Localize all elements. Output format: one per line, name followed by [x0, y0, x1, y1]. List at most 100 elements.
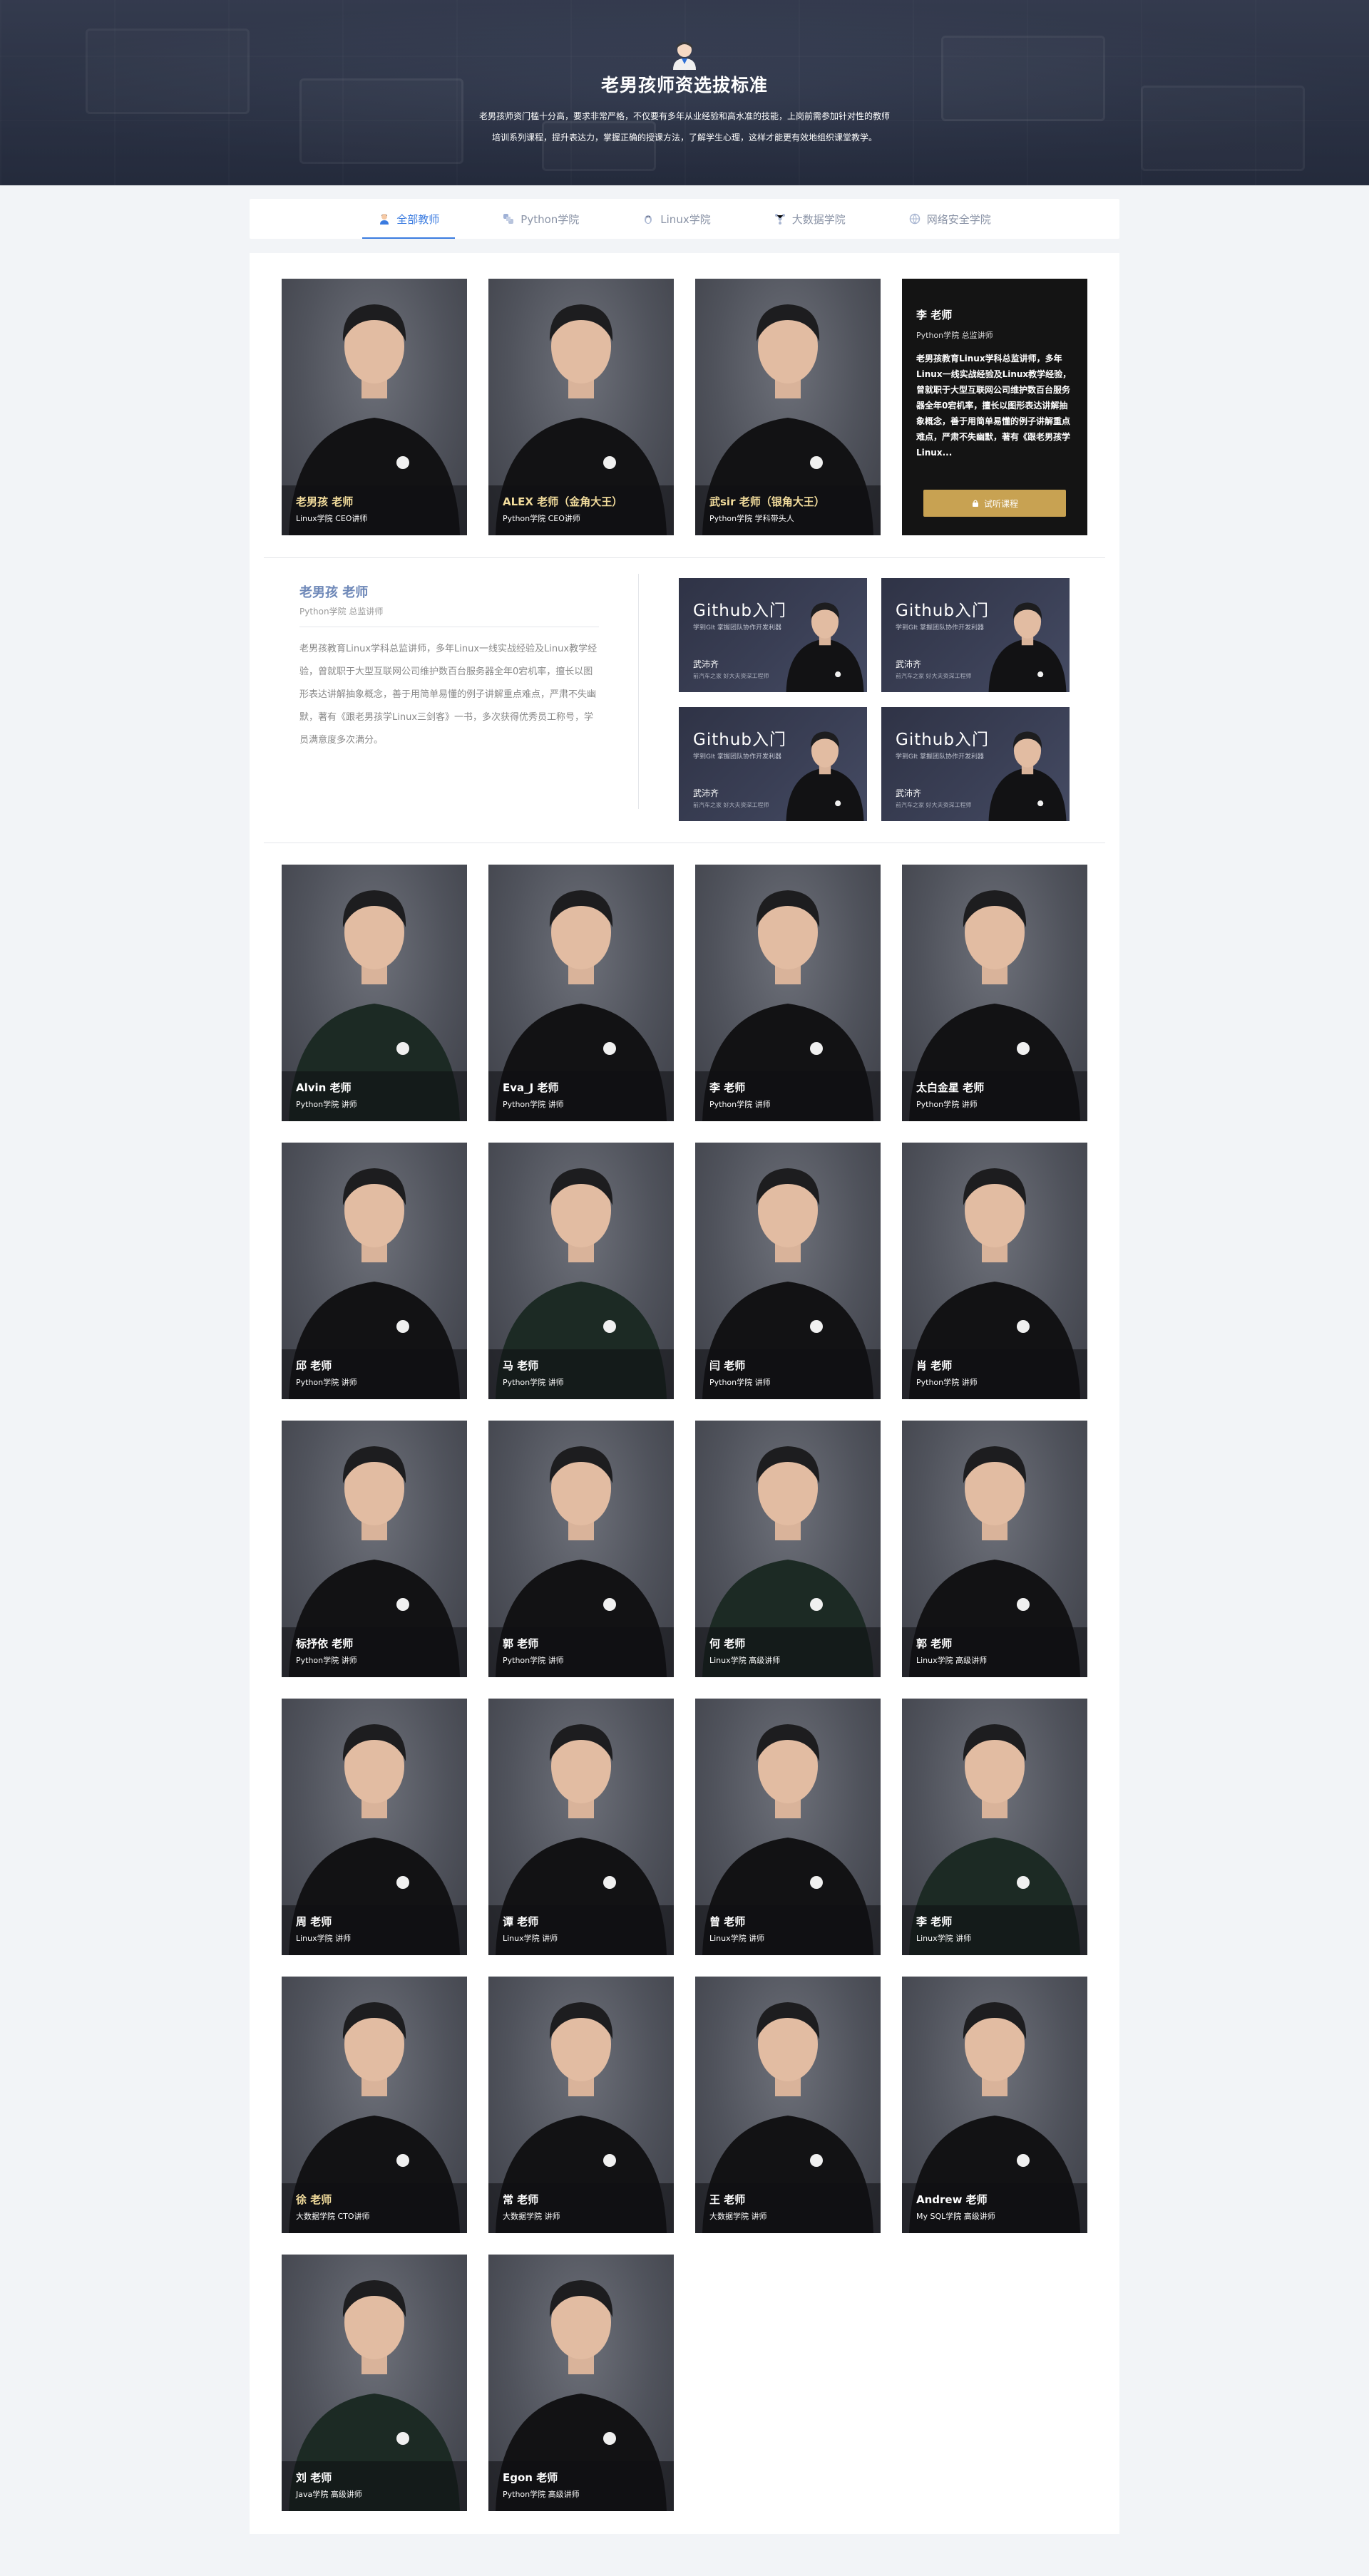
teacher-card[interactable]: 郭 老师 Python学院 讲师 — [488, 1421, 674, 1677]
teacher-role: Python学院 讲师 — [709, 1378, 771, 1387]
teacher-card[interactable]: 邱 老师 Python学院 讲师 — [282, 1143, 467, 1399]
course-title: Github入门 — [896, 602, 989, 620]
teacher-name: 王 老师 — [709, 2193, 746, 2206]
teacher-name: 老男孩 老师 — [296, 495, 354, 508]
course-teacher-photo — [786, 602, 864, 692]
teacher-name: 谭 老师 — [503, 1915, 539, 1928]
teacher-role: Python学院 总监讲师 — [916, 331, 993, 340]
course-card[interactable]: Github入门 学到GIt 掌握团队协作开发利器 武沛齐 前汽车之家 好大夫资… — [679, 578, 867, 692]
tab-bigdata[interactable]: 大数据学院 — [758, 199, 861, 239]
featured-teacher-role: Python学院 总监讲师 — [299, 607, 384, 617]
course-teacher: 武沛齐 — [693, 788, 719, 798]
teacher-card[interactable]: 肖 老师 Python学院 讲师 — [902, 1143, 1087, 1399]
teacher-card[interactable]: Andrew 老师 My SQL学院 高级讲师 — [902, 1977, 1087, 2233]
teacher-role: Linux学院 CEO讲师 — [296, 514, 368, 523]
teacher-card[interactable]: 谭 老师 Linux学院 讲师 — [488, 1699, 674, 1955]
teacher-name: 李 老师 — [916, 309, 953, 321]
teacher-role: Python学院 讲师 — [503, 1656, 564, 1665]
teacher-card[interactable]: 马 老师 Python学院 讲师 — [488, 1143, 674, 1399]
teacher-role: Python学院 CEO讲师 — [503, 514, 580, 523]
teacher-card[interactable]: Eva_J 老师 Python学院 讲师 — [488, 865, 674, 1121]
teacher-card[interactable]: 周 老师 Linux学院 讲师 — [282, 1699, 467, 1955]
teacher-card[interactable]: 常 老师大数据学院 讲师 — [488, 1977, 674, 2233]
teacher-name: 李 老师 — [709, 1081, 746, 1094]
teacher-card[interactable]: 王 老师大数据学院 讲师 — [695, 1977, 881, 2233]
course-teacher: 武沛齐 — [896, 659, 922, 669]
banner: 老男孩师资选拔标准 老男孩师资门槛十分高，要求非常严格，不仅要有多年从业经验和高… — [0, 0, 1369, 185]
teacher-role: Linux学院 高级讲师 — [709, 1656, 781, 1665]
banner-description: 老男孩师资门槛十分高，要求非常严格，不仅要有多年从业经验和高水准的技能，上岗前需… — [478, 111, 890, 143]
tab-python[interactable]: Python学院 — [486, 199, 595, 239]
teacher-name: 常 老师 — [503, 2193, 539, 2206]
teacher-card[interactable]: 标抒依 老师 Python学院 讲师 — [282, 1421, 467, 1677]
python-icon — [502, 212, 515, 225]
divider — [638, 574, 639, 809]
teacher-role: Linux学院 高级讲师 — [916, 1656, 988, 1665]
security-icon — [908, 212, 921, 225]
teacher-role: Python学院 学科带头人 — [709, 514, 794, 523]
teacher-name: 马 老师 — [503, 1359, 539, 1372]
linux-icon — [642, 212, 655, 225]
banner-title: 老男孩师资选拔标准 — [600, 75, 768, 96]
course-teacher: 武沛齐 — [896, 788, 922, 798]
course-teacher-photo — [988, 731, 1067, 821]
teacher-name: 邱 老师 — [296, 1359, 332, 1372]
teacher-role: Python学院 讲师 — [916, 1100, 978, 1109]
course-teacher-note: 前汽车之家 好大夫资深工程师 — [896, 802, 972, 808]
teacher-card[interactable]: Egon 老师 Python学院 高级讲师 — [488, 2255, 674, 2511]
teacher-card[interactable]: 李 老师 Python学院 讲师 — [695, 865, 881, 1121]
divider — [264, 557, 1105, 558]
teacher-card[interactable]: 徐 老师大数据学院 CTO讲师 — [282, 1977, 467, 2233]
teacher-avatar-icon — [673, 42, 696, 70]
teacher-card[interactable]: 武sir 老师（银角大王） Python学院 学科带头人 — [695, 279, 881, 535]
course-subtitle: 学到GIt 掌握团队协作开发利器 — [693, 624, 782, 632]
teacher-role: Python学院 讲师 — [503, 1100, 564, 1109]
teacher-role: Linux学院 讲师 — [709, 1934, 765, 1943]
course-card[interactable]: Github入门 学到GIt 掌握团队协作开发利器 武沛齐 前汽车之家 好大夫资… — [679, 707, 867, 821]
course-card[interactable]: Github入门 学到GIt 掌握团队协作开发利器 武沛齐 前汽车之家 好大夫资… — [881, 707, 1070, 821]
course-teacher-note: 前汽车之家 好大夫资深工程师 — [693, 802, 769, 808]
teacher-name: 标抒依 老师 — [296, 1637, 354, 1650]
teacher-description: 老男孩教育Linux学科总监讲师，多年Linux一线实战经验及Linux教学经验… — [916, 354, 1072, 458]
tab-all-teachers[interactable]: 全部教师 — [362, 199, 456, 239]
course-subtitle: 学到GIt 掌握团队协作开发利器 — [896, 624, 985, 632]
teacher-icon — [378, 212, 391, 225]
teacher-role: Python学院 讲师 — [916, 1378, 978, 1387]
teacher-card[interactable]: 曾 老师 Linux学院 讲师 — [695, 1699, 881, 1955]
teacher-card[interactable]: 郭 老师 Linux学院 高级讲师 — [902, 1421, 1087, 1677]
teacher-role: 大数据学院 讲师 — [503, 2212, 560, 2221]
teacher-card[interactable]: ALEX 老师（金角大王） Python学院 CEO讲师 — [488, 279, 674, 535]
teacher-name: ALEX 老师（金角大王） — [503, 495, 623, 508]
trial-lesson-button[interactable]: 试听课程 — [923, 490, 1066, 517]
teacher-role: Python学院 讲师 — [503, 1378, 564, 1387]
course-teacher-photo — [988, 602, 1067, 692]
course-title: Github入门 — [693, 731, 786, 749]
teacher-role: Python学院 讲师 — [296, 1100, 357, 1109]
teacher-card[interactable]: 闫 老师 Python学院 讲师 — [695, 1143, 881, 1399]
course-teacher: 武沛齐 — [693, 659, 719, 669]
teacher-role: 大数据学院 讲师 — [709, 2212, 767, 2221]
tab-linux[interactable]: Linux学院 — [626, 199, 726, 239]
teacher-role: Python学院 讲师 — [709, 1100, 771, 1109]
teacher-name: 武sir 老师（银角大王） — [709, 495, 825, 508]
teacher-role: Linux学院 讲师 — [916, 1934, 972, 1943]
teacher-card[interactable]: 太白金星 老师 Python学院 讲师 — [902, 865, 1087, 1121]
teacher-card[interactable]: 刘 老师 Java学院 高级讲师 — [282, 2255, 467, 2511]
course-card[interactable]: Github入门 学到GIt 掌握团队协作开发利器 武沛齐 前汽车之家 好大夫资… — [881, 578, 1070, 692]
teacher-name: 徐 老师 — [296, 2193, 332, 2206]
teacher-card[interactable]: 李 老师 Linux学院 讲师 — [902, 1699, 1087, 1955]
teacher-card[interactable]: Alvin 老师 Python学院 讲师 — [282, 865, 467, 1121]
teacher-role: Java学院 高级讲师 — [296, 2490, 362, 2499]
teacher-name: 郭 老师 — [503, 1637, 539, 1650]
teacher-card[interactable]: 何 老师 Linux学院 高级讲师 — [695, 1421, 881, 1677]
course-teacher-photo — [786, 731, 864, 821]
teacher-name: 闫 老师 — [709, 1359, 746, 1372]
teacher-card[interactable]: 老男孩 老师 Linux学院 CEO讲师 — [282, 279, 467, 535]
tab-security[interactable]: 网络安全学院 — [893, 199, 1007, 239]
teacher-role: 大数据学院 CTO讲师 — [296, 2212, 370, 2221]
course-title: Github入门 — [693, 602, 786, 620]
college-tabs: 全部教师 Python学院 Linux学院 大数据学院 网络安全学院 — [250, 199, 1119, 239]
teacher-name: Alvin 老师 — [296, 1081, 352, 1094]
teacher-role: Python学院 讲师 — [296, 1656, 357, 1665]
course-subtitle: 学到GIt 掌握团队协作开发利器 — [693, 753, 782, 761]
